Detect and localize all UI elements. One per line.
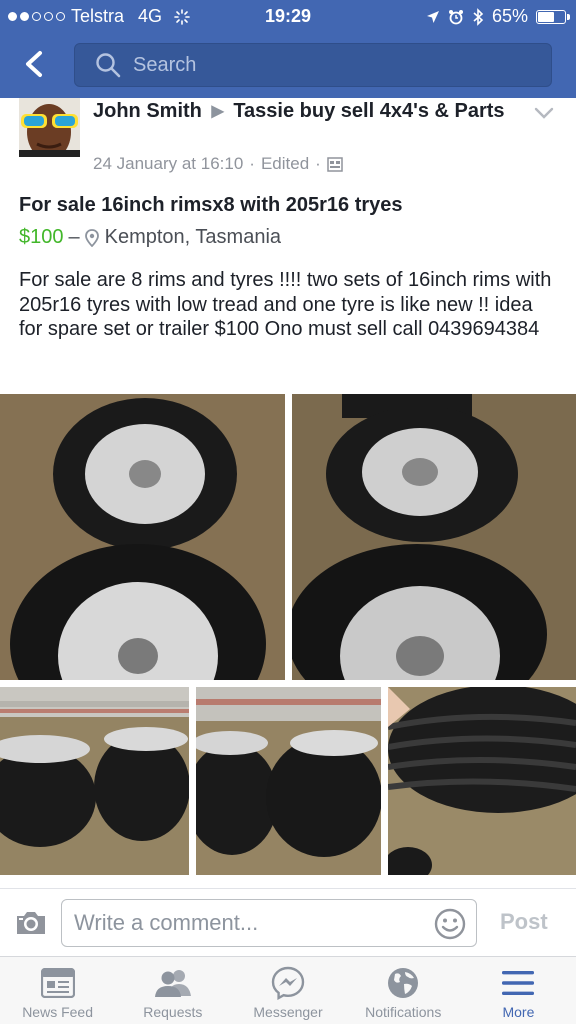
edited-label[interactable]: Edited: [261, 154, 309, 174]
location-arrow-icon: [426, 10, 439, 23]
tab-messenger[interactable]: Messenger: [230, 957, 345, 1024]
chevron-down-icon[interactable]: [533, 106, 555, 120]
post-meta: 24 January at 16:10 · Edited ·: [93, 154, 343, 174]
globe-icon: [388, 968, 419, 998]
price-location-row: $100 – Kempton, Tasmania: [19, 226, 281, 249]
tab-notifications[interactable]: Notifications: [346, 957, 461, 1024]
post-comment-button[interactable]: Post: [500, 909, 548, 935]
tab-news-feed[interactable]: News Feed: [0, 957, 115, 1024]
author-name[interactable]: John Smith: [93, 100, 202, 122]
comment-input[interactable]: Write a comment...: [61, 899, 477, 947]
listing-title: For sale 16inch rimsx8 with 205r16 tryes: [19, 194, 403, 216]
post-body-text: For sale are 8 rims and tyres !!!! two s…: [19, 269, 552, 340]
post-timestamp[interactable]: 24 January at 16:10: [93, 154, 243, 174]
chevron-left-icon: [26, 51, 42, 77]
triangle-right-icon: ▶: [211, 103, 224, 120]
group-name[interactable]: Tassie buy sell 4x4's & Parts: [233, 100, 504, 122]
tab-label: More: [502, 1004, 535, 1020]
menu-icon: [502, 971, 535, 995]
search-placeholder: Search: [133, 53, 197, 76]
meta-separator: ·: [249, 154, 255, 173]
battery-icon: [536, 9, 570, 24]
messenger-icon: [271, 966, 305, 1000]
listing-location[interactable]: Kempton, Tasmania: [105, 226, 281, 249]
tab-label: News Feed: [22, 1004, 93, 1020]
bluetooth-icon: [473, 7, 484, 26]
tab-requests[interactable]: Requests: [115, 957, 230, 1024]
tab-label: Messenger: [253, 1004, 323, 1020]
listing-price: $100: [19, 226, 64, 248]
search-bar[interactable]: Search: [74, 43, 552, 87]
listing-photo[interactable]: [0, 687, 189, 875]
group-privacy-icon: [327, 156, 343, 172]
price-dash: –: [68, 226, 80, 248]
alarm-clock-icon: [448, 9, 463, 24]
listing-photo[interactable]: [292, 394, 576, 680]
tab-bar: News Feed Requests Messenger Notificatio…: [0, 956, 576, 1024]
listing-photo[interactable]: [196, 687, 381, 875]
battery-percent: 65%: [491, 6, 528, 26]
post-header: John Smith ▶ Tassie buy sell 4x4's & Par…: [93, 98, 523, 126]
news-feed-icon: [40, 968, 75, 998]
camera-button[interactable]: [14, 909, 48, 942]
friend-requests-icon: [154, 970, 191, 997]
tab-label: Requests: [143, 1004, 203, 1020]
listing-photo[interactable]: [388, 687, 576, 875]
camera-icon: [17, 912, 45, 934]
status-bar: Telstra 4G 19:29 65%: [0, 0, 576, 32]
tab-label: Notifications: [365, 1004, 442, 1020]
back-button[interactable]: [14, 44, 54, 84]
tab-more[interactable]: More: [461, 957, 576, 1024]
emoji-icon[interactable]: [434, 908, 466, 940]
search-icon: [96, 53, 121, 78]
comment-placeholder: Write a comment...: [74, 910, 259, 935]
top-bar: Telstra 4G 19:29 65% Search: [0, 0, 576, 98]
author-avatar[interactable]: [19, 98, 80, 157]
listing-photo[interactable]: [0, 394, 285, 680]
location-pin-icon: [84, 228, 99, 247]
meta-separator: ·: [315, 154, 321, 173]
comment-bar: Write a comment... Post: [0, 888, 576, 956]
